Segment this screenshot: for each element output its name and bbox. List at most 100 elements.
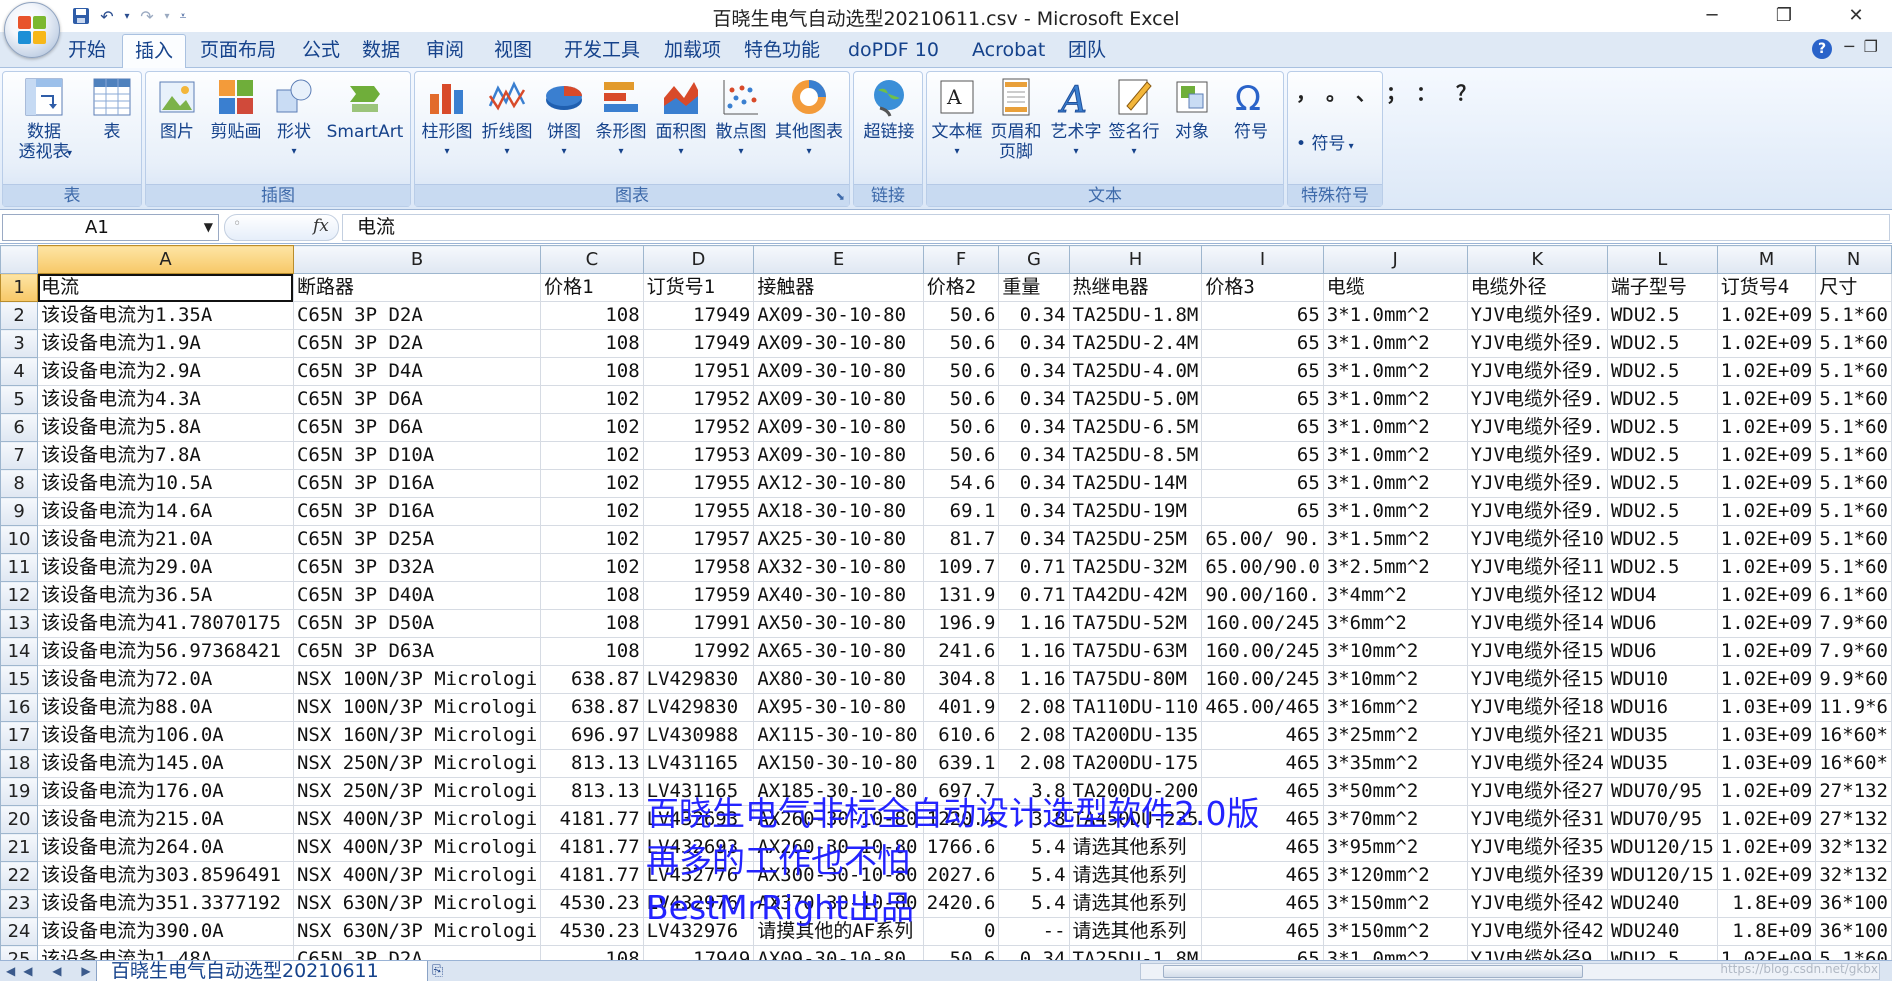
cell[interactable]: WDU2.5 xyxy=(1606,945,1718,960)
cell[interactable]: 1.03E+09 xyxy=(1716,721,1817,750)
cell[interactable]: 639.1 xyxy=(922,749,1000,778)
column-header-J[interactable]: J xyxy=(1322,245,1468,274)
cell[interactable]: 3*10mm^2 xyxy=(1322,637,1468,666)
cell[interactable]: AX150-30-10-80 xyxy=(753,749,924,778)
clipart-button[interactable]: 剪贴画 xyxy=(206,76,266,142)
cell[interactable]: 该设备电流为4.3A xyxy=(37,385,294,414)
cell[interactable]: 5.1*60 xyxy=(1815,945,1892,960)
tab-10[interactable]: doPDF 10 xyxy=(836,34,951,68)
tab-3[interactable]: 公式 xyxy=(290,34,352,68)
cell[interactable]: 17949 xyxy=(642,329,755,358)
cell[interactable]: 该设备电流为21.0A xyxy=(37,525,294,554)
cell[interactable]: 0.34 xyxy=(998,301,1070,330)
cell[interactable]: YJV电缆外径9. xyxy=(1466,441,1608,470)
row-header[interactable]: 5 xyxy=(0,385,39,414)
cell[interactable]: TA25DU-6.5M xyxy=(1068,413,1203,442)
row-header[interactable]: 21 xyxy=(0,833,39,862)
cell[interactable]: NSX 400N/3P Micrologi xyxy=(292,805,542,834)
cell[interactable]: NSX 250N/3P Micrologi xyxy=(292,777,542,806)
cell[interactable]: 该设备电流为215.0A xyxy=(37,805,294,834)
cell[interactable]: AX115-30-10-80 xyxy=(753,721,924,750)
cell[interactable]: YJV电缆外径9. xyxy=(1466,497,1608,526)
cell[interactable]: 3*95mm^2 xyxy=(1322,833,1468,862)
row-header[interactable]: 4 xyxy=(0,357,39,386)
cell[interactable]: 17951 xyxy=(642,357,755,386)
cell[interactable]: 重量 xyxy=(998,273,1070,302)
cell[interactable]: 4181.77 xyxy=(540,861,644,890)
column-header-B[interactable]: B xyxy=(292,245,542,274)
cell[interactable]: 3*16mm^2 xyxy=(1322,693,1468,722)
column-header-I[interactable]: I xyxy=(1201,245,1324,274)
cell[interactable]: NSX 400N/3P Micrologi xyxy=(292,861,542,890)
line-chart-button[interactable]: 折线图 ▾ xyxy=(477,76,537,162)
cell[interactable]: 1.16 xyxy=(998,609,1070,638)
row-header[interactable]: 24 xyxy=(0,917,39,946)
tab-4[interactable]: 数据 xyxy=(350,34,412,68)
special-symbol-glyphs[interactable]: ，。、；：？ xyxy=(1296,78,1476,108)
cell[interactable]: WDU120/15 xyxy=(1606,861,1718,890)
cell[interactable]: AX80-30-10-80 xyxy=(753,665,924,694)
tab-2[interactable]: 页面布局 xyxy=(188,34,288,68)
ribbon-minimize-icon[interactable]: ─ xyxy=(1844,37,1854,56)
cell[interactable]: 17959 xyxy=(642,581,755,610)
insert-sheet-icon[interactable]: ⎘ xyxy=(432,963,443,979)
cell[interactable]: 该设备电流为1.9A xyxy=(37,329,294,358)
cell[interactable]: WDU2.5 xyxy=(1606,553,1718,582)
cell[interactable]: WDU35 xyxy=(1606,749,1718,778)
row-header[interactable]: 8 xyxy=(0,469,39,498)
cell[interactable]: 0.34 xyxy=(998,385,1070,414)
tab-0[interactable]: 开始 xyxy=(56,34,118,68)
cell[interactable]: C65N 3P D2A xyxy=(292,301,542,330)
cell[interactable]: NSX 250N/3P Micrologi xyxy=(292,749,542,778)
column-header-D[interactable]: D xyxy=(642,245,755,274)
cell[interactable]: AX09-30-10-80 xyxy=(753,945,924,960)
cell[interactable]: 81.7 xyxy=(922,525,1000,554)
cell[interactable]: 3*1.0mm^2 xyxy=(1322,441,1468,470)
cell[interactable]: AX95-30-10-80 xyxy=(753,693,924,722)
cell[interactable]: 5.1*60 xyxy=(1815,301,1892,330)
cell[interactable]: C65N 3P D4A xyxy=(292,357,542,386)
tab-7[interactable]: 开发工具 xyxy=(552,34,652,68)
cell[interactable]: TA25DU-19M xyxy=(1068,497,1203,526)
cell[interactable]: 3*1.5mm^2 xyxy=(1322,525,1468,554)
cell[interactable]: NSX 630N/3P Micrologi xyxy=(292,917,542,946)
cell[interactable]: 该设备电流为14.6A xyxy=(37,497,294,526)
cell[interactable]: 638.87 xyxy=(540,693,644,722)
cell[interactable]: 241.6 xyxy=(922,637,1000,666)
cell[interactable]: YJV电缆外径12 xyxy=(1466,581,1608,610)
signature-line-button[interactable]: 签名行 ▾ xyxy=(1105,76,1163,162)
tab-5[interactable]: 审阅 xyxy=(414,34,476,68)
cell[interactable]: 1.02E+09 xyxy=(1716,413,1817,442)
cell[interactable]: 5.1*60 xyxy=(1815,329,1892,358)
cell[interactable]: WDU2.5 xyxy=(1606,469,1718,498)
cell[interactable]: C65N 3P D16A xyxy=(292,497,542,526)
cell[interactable]: 1.02E+09 xyxy=(1716,441,1817,470)
cell[interactable]: YJV电缆外径9. xyxy=(1466,469,1608,498)
cell[interactable]: TA75DU-63M xyxy=(1068,637,1203,666)
cell[interactable]: 该设备电流为1.35A xyxy=(37,301,294,330)
tab-1[interactable]: 插入 xyxy=(122,34,187,69)
column-header-C[interactable]: C xyxy=(540,245,644,274)
cell[interactable]: 0.34 xyxy=(998,525,1070,554)
cell[interactable]: 该设备电流为351.3377192 xyxy=(37,889,294,918)
cell[interactable]: 108 xyxy=(540,945,644,960)
cell[interactable]: LV431165 xyxy=(642,749,755,778)
cell[interactable]: C65N 3P D32A xyxy=(292,553,542,582)
textbox-button[interactable]: A 文本框 ▾ xyxy=(929,76,985,162)
cell[interactable]: WDU2.5 xyxy=(1606,441,1718,470)
help-icon[interactable]: ? xyxy=(1812,39,1832,59)
cell[interactable]: WDU2.5 xyxy=(1606,525,1718,554)
cell[interactable]: 该设备电流为106.0A xyxy=(37,721,294,750)
formula-input[interactable]: 电流 xyxy=(342,214,1890,241)
cell[interactable]: 2.08 xyxy=(998,721,1070,750)
cell[interactable]: YJV电缆外径9. xyxy=(1466,357,1608,386)
cell[interactable]: 1.02E+09 xyxy=(1716,777,1817,806)
cell[interactable]: YJV电缆外径15 xyxy=(1466,637,1608,666)
cell[interactable]: 102 xyxy=(540,441,644,470)
cell[interactable]: TA25DU-1.8M xyxy=(1068,945,1203,960)
cell[interactable]: 1.02E+09 xyxy=(1716,945,1817,960)
cell[interactable]: 465.00/465 xyxy=(1201,693,1324,722)
scatter-chart-button[interactable]: 散点图 ▾ xyxy=(711,76,771,162)
sheet-tab-active[interactable]: 百晓生电气自动选型20210611 xyxy=(96,961,428,981)
cell[interactable]: 该设备电流为72.0A xyxy=(37,665,294,694)
